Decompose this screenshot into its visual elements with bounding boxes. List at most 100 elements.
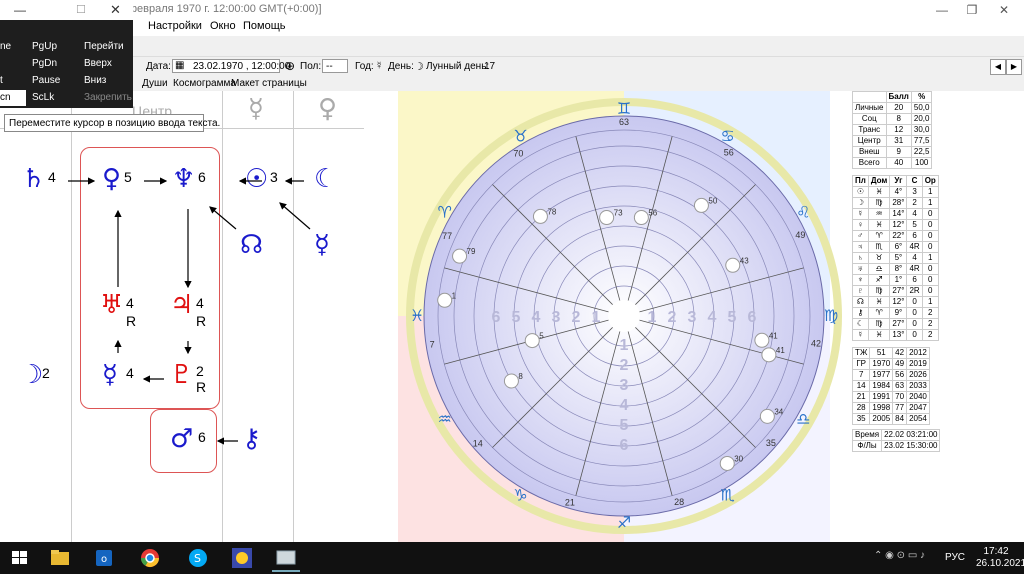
clock-date: 26.10.2021: [976, 558, 1024, 569]
planet-cell: ♈: [867, 307, 891, 319]
planet-cell: 4R: [906, 241, 923, 253]
footer-cell: Ф/Лы: [851, 440, 883, 452]
planet-cell: ♉: [867, 252, 891, 264]
calendar-icon[interactable]: ▦: [175, 60, 184, 71]
scores-cell: 20,0: [910, 113, 933, 125]
lunar-day-value: 17: [484, 61, 496, 72]
key-down[interactable]: Вниз: [84, 73, 106, 89]
window-app-icon[interactable]: [272, 546, 300, 572]
scores-cell: Соц: [852, 113, 887, 125]
year-cell: 2040: [906, 391, 930, 403]
popup-minimize-icon[interactable]: —: [14, 3, 26, 17]
degree-label: 28: [674, 497, 684, 507]
popup-close-icon[interactable]: ✕: [110, 2, 121, 18]
year-cell: 84: [892, 413, 908, 425]
file-explorer-icon[interactable]: [46, 546, 74, 570]
planet-degree-label: 30: [734, 454, 743, 463]
key-pgup[interactable]: PgUp: [32, 39, 57, 55]
key-pgdn[interactable]: PgDn: [32, 56, 57, 72]
date-label: Дата:: [146, 61, 171, 72]
planet-row: ♅ ♎ 8° 4R 0: [852, 263, 939, 275]
scores-cell: 9: [885, 146, 912, 158]
kbd-row-4: cn ScLk Закрепить: [0, 90, 133, 106]
tab-bar: Души Космограмма Макет страницы: [128, 77, 368, 91]
year-cell: 51: [869, 347, 894, 359]
planets-table: Пл Дом Уг С Ор ☉ ♓ 4° 3 1 ☽ ♍ 28° 2 1 ☿ ♒ 14° 4 0 ♀ ♓ 12° 5 0 ♂ ♈ 2…: [852, 175, 939, 341]
key-pin[interactable]: Закрепить: [84, 90, 132, 106]
year-cell: 49: [892, 358, 908, 370]
skype-icon[interactable]: S: [184, 546, 212, 570]
year-cell: 1970: [869, 358, 894, 370]
planet-marker: [452, 248, 468, 264]
ring-number: 5: [728, 309, 737, 326]
tab-souls[interactable]: Души: [142, 78, 168, 89]
planet-marker: [532, 208, 548, 224]
menu-item-settings[interactable]: Настройки: [148, 20, 202, 32]
lunar-day-label: Лунный день:: [426, 61, 490, 72]
menu-item-window[interactable]: Окно: [210, 20, 236, 32]
planet-cell: 1: [921, 197, 939, 209]
key-sclk[interactable]: ScLk: [32, 90, 54, 106]
tray-icons[interactable]: ⌃ ◉ ⊙ ▭ ♪: [874, 550, 925, 561]
ring-number: 3: [620, 377, 629, 394]
planet-header: Уг: [889, 175, 908, 187]
planet-cell: 4: [906, 208, 923, 220]
key-insert[interactable]: t: [0, 73, 3, 89]
scores-cell: Транс: [852, 124, 887, 136]
close-icon[interactable]: ✕: [984, 0, 1024, 20]
scores-cell: Центр: [852, 135, 887, 147]
planet-cell: 0: [921, 274, 939, 286]
globe-icon[interactable]: ⊕: [285, 59, 295, 73]
planet-cell: 14°: [889, 208, 908, 220]
key-prtscn[interactable]: cn: [0, 90, 26, 106]
astro-app-icon[interactable]: [228, 546, 256, 570]
planet-cell: ♈: [867, 230, 891, 242]
scroll-right-button[interactable]: ▶: [1006, 59, 1022, 75]
key-goto[interactable]: Перейти: [84, 39, 124, 55]
zodiac-sign-icon: ♓: [410, 306, 424, 325]
year-cell: 77: [892, 402, 908, 414]
scores-cell: 77,5: [910, 135, 933, 147]
clock[interactable]: 17:42 26.10.2021: [976, 546, 1024, 570]
diagram-arrows: [68, 177, 311, 445]
footer-row: Время 22.02 03:21:00: [851, 429, 941, 441]
ring-number: 3: [552, 309, 561, 326]
kbd-row-2: PgDn Вверх: [0, 56, 133, 72]
planet-degree-label: 41: [769, 331, 778, 340]
windows-start-icon[interactable]: [6, 546, 34, 570]
natal-wheel[interactable]: ♓♈♉♊♋♌♍♎♏♐♑♒ 635649423528211477770 1 112 2…: [364, 91, 852, 542]
planet-cell: 27°: [889, 285, 908, 297]
popup-maximize-icon[interactable]: ☐: [76, 3, 86, 16]
sex-select[interactable]: --: [322, 59, 348, 73]
scroll-left-button[interactable]: ◀: [990, 59, 1006, 75]
planet-row: ♇ ♍ 27° 2R 0: [852, 285, 939, 297]
svg-text:S: S: [194, 552, 201, 565]
tab-cosmogram[interactable]: Космограмма: [173, 78, 236, 89]
planet-degree-label: 79: [467, 247, 476, 256]
year-cell: ГР: [851, 358, 871, 370]
ring-number: 4: [620, 397, 629, 414]
tab-page-layout[interactable]: Макет страницы: [231, 78, 307, 89]
chrome-icon[interactable]: [136, 546, 164, 570]
planet-cell: 9°: [889, 307, 908, 319]
years-table: ТЖ 51 42 2012 ГР 1970 49 2019 7 1977 56 2026 14 1984 6…: [851, 347, 930, 425]
planet-degree-label: 56: [648, 209, 657, 218]
menu-item-help[interactable]: Помощь: [243, 20, 286, 32]
planet-cell: ♏: [867, 241, 891, 253]
planet-row: ☿ ♒ 14° 4 0: [852, 208, 939, 220]
key-pause[interactable]: Pause: [32, 73, 60, 89]
menu-bar: Настройки Окно Помощь: [128, 20, 1024, 36]
planet-cell: ☿: [852, 208, 869, 220]
scores-row: Всего 40 100: [852, 157, 933, 169]
year-row: ГР 1970 49 2019: [851, 358, 930, 370]
planet-degree-label: 5: [539, 332, 544, 341]
outlook-icon[interactable]: o: [90, 546, 118, 570]
date-field[interactable]: 23.02.1970 , 12:00:00: [172, 59, 290, 73]
year-row: ТЖ 51 42 2012: [851, 347, 930, 359]
planet-marker: [759, 408, 775, 424]
key-home[interactable]: ne: [0, 39, 11, 55]
year-label: Год:: [355, 61, 374, 72]
key-up[interactable]: Вверх: [84, 56, 112, 72]
ring-number: 6: [748, 309, 757, 326]
language-indicator[interactable]: РУС: [945, 552, 965, 563]
